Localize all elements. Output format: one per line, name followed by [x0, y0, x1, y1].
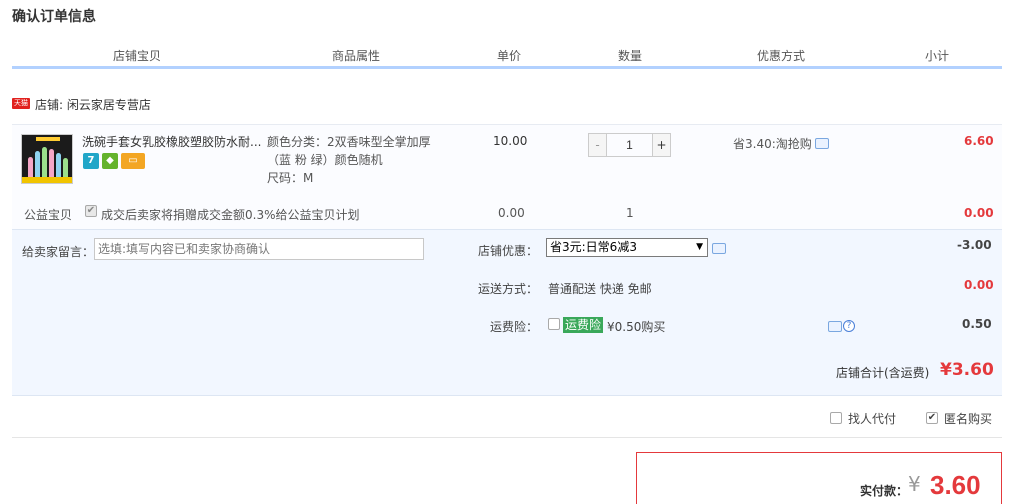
insurance-value: 0.50	[962, 317, 992, 331]
insurance-tag: 运费险	[563, 317, 604, 333]
charity-subtotal: 0.00	[964, 206, 994, 220]
chevron-down-icon: ▼	[696, 242, 703, 252]
discount-value: -3.00	[957, 238, 992, 252]
pay-label: 实付款：	[860, 484, 909, 498]
header-attributes: 商品属性	[331, 49, 380, 63]
discount-select[interactable]: 省3元:日常6减3 ▼	[546, 238, 708, 257]
header-underline	[12, 66, 1002, 69]
unit-price: 10.00	[493, 134, 528, 148]
message-icon[interactable]	[712, 243, 726, 254]
item-subtotal: 6.60	[964, 134, 994, 148]
qty-input[interactable]: 1	[607, 133, 652, 157]
product-title-link[interactable]: 洗碗手套女乳胶橡胶塑胶防水耐...	[82, 133, 262, 150]
product-attributes: 颜色分类：2双香味型全掌加厚 （蓝 粉 绿）颜色随机 尺码：M	[267, 133, 442, 187]
anonymous-label[interactable]: 匿名购买	[944, 410, 992, 427]
shipping-method: 普通配送 快递 免邮	[548, 282, 652, 296]
help-icon[interactable]: ?	[843, 320, 855, 332]
header-discount: 优惠方式	[756, 49, 805, 63]
proxy-pay-checkbox[interactable]	[830, 412, 842, 424]
pay-amount: 3.60	[930, 470, 981, 500]
charity-text: 成交后卖家将捐赠成交金额0.3%给公益宝贝计划	[101, 208, 360, 222]
discount-selected: 省3元:日常6减3	[550, 240, 637, 254]
header-subtotal: 小计	[924, 49, 949, 63]
shield-icon[interactable]: ◆	[102, 153, 118, 169]
shop-total-label: 店铺合计(含运费)	[836, 366, 930, 380]
attr-color-line1: 颜色分类：2双香味型全掌加厚	[267, 135, 431, 149]
shop-total-value: ¥3.60	[940, 360, 994, 380]
divider	[12, 437, 1002, 438]
charity-qty: 1	[626, 206, 634, 220]
shop-name-link[interactable]: 店铺: 闲云家居专营店	[35, 96, 151, 113]
anonymous-checkbox[interactable]: ✔	[926, 412, 938, 424]
header-unit-price: 单价	[496, 49, 521, 63]
pay-currency: ¥	[908, 472, 921, 496]
promo-text: 省3.40:淘抢购	[733, 137, 812, 151]
attr-color-line2: （蓝 粉 绿）颜色随机	[267, 153, 383, 167]
seven-day-return-icon[interactable]: 7	[83, 153, 99, 169]
charity-price: 0.00	[498, 206, 525, 220]
shipping-label: 运送方式：	[478, 282, 539, 296]
seller-message-input[interactable]: 选填:填写内容已和卖家协商确认	[94, 238, 424, 260]
message-icon[interactable]	[828, 321, 842, 332]
message-icon[interactable]	[815, 138, 829, 149]
qty-increase-button[interactable]: +	[652, 133, 671, 157]
page-title: 确认订单信息	[12, 9, 96, 25]
header-shop-item: 店铺宝贝	[112, 49, 161, 63]
charity-label: 公益宝贝	[24, 208, 73, 222]
card-icon[interactable]: ▭	[121, 153, 145, 169]
insurance-price: ¥0.50购买	[607, 320, 666, 334]
tmall-icon: 天猫	[12, 98, 30, 109]
shipping-value: 0.00	[964, 278, 994, 292]
header-quantity: 数量	[617, 49, 642, 63]
message-label: 给卖家留言：	[22, 245, 95, 259]
product-thumbnail[interactable]	[21, 134, 73, 184]
charity-checkbox: ✔	[85, 205, 97, 217]
qty-decrease-button[interactable]: -	[588, 133, 607, 157]
discount-label: 店铺优惠：	[478, 244, 539, 258]
insurance-label: 运费险：	[490, 320, 539, 334]
insurance-checkbox[interactable]	[548, 318, 560, 330]
attr-size: 尺码：M	[267, 171, 314, 185]
proxy-pay-label[interactable]: 找人代付	[848, 410, 896, 427]
